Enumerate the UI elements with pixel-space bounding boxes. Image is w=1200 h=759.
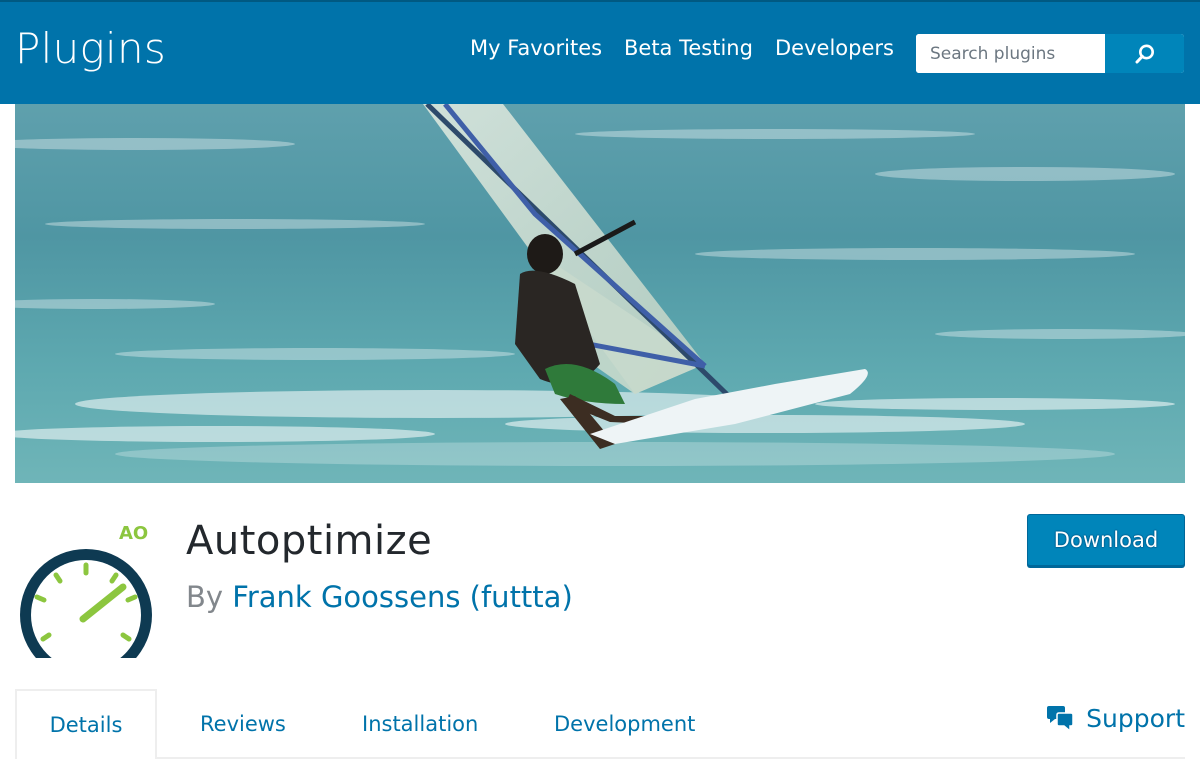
search-button[interactable] bbox=[1105, 34, 1184, 73]
comments-icon bbox=[1047, 705, 1074, 732]
search-icon bbox=[1135, 44, 1154, 63]
tab-details[interactable]: Details bbox=[15, 689, 157, 759]
speedometer-icon: AO bbox=[20, 523, 152, 658]
site-header: Plugins My Favorites Beta Testing Develo… bbox=[0, 0, 1200, 104]
plugin-icon-text: AO bbox=[119, 523, 148, 544]
search-input[interactable] bbox=[916, 34, 1105, 73]
header-top-rule bbox=[0, 0, 1200, 2]
tab-installation[interactable]: Installation bbox=[362, 689, 478, 759]
tab-development[interactable]: Development bbox=[554, 689, 695, 759]
nav-developers[interactable]: Developers bbox=[775, 36, 894, 60]
support-link[interactable]: Support bbox=[1046, 704, 1185, 733]
author-link[interactable]: Frank Goossens (futtta) bbox=[232, 580, 572, 614]
banner-image bbox=[15, 104, 1185, 483]
tab-reviews[interactable]: Reviews bbox=[200, 689, 286, 759]
nav-beta-testing[interactable]: Beta Testing bbox=[624, 36, 753, 60]
search-form bbox=[916, 34, 1184, 73]
plugin-title: Autoptimize bbox=[186, 518, 433, 564]
nav-my-favorites[interactable]: My Favorites bbox=[470, 36, 602, 60]
plugin-icon: AO bbox=[15, 515, 158, 658]
plugins-home-link[interactable]: Plugins bbox=[15, 24, 166, 73]
plugin-byline: By Frank Goossens (futtta) bbox=[186, 580, 573, 614]
plugin-banner bbox=[15, 104, 1185, 483]
byline-by: By bbox=[186, 580, 224, 614]
support-label: Support bbox=[1086, 704, 1185, 733]
download-button[interactable]: Download bbox=[1027, 514, 1185, 566]
